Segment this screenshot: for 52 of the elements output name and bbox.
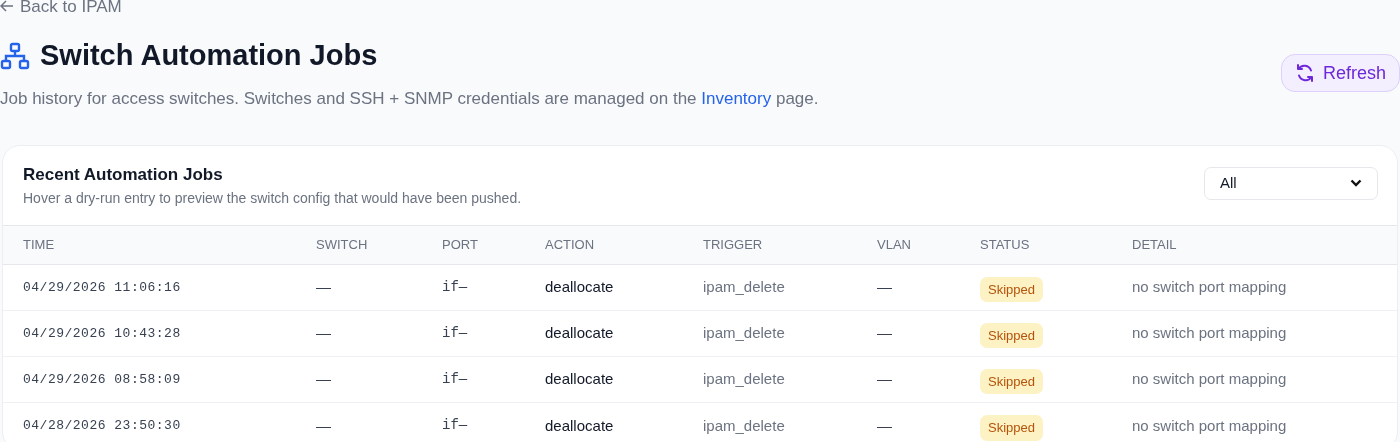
back-link[interactable]: Back to IPAM [0, 0, 122, 15]
arrow-left-icon [0, 0, 14, 13]
table-cell-text: — [877, 277, 893, 297]
table-cell-text: 04/29/2026 11:06:16 [23, 278, 182, 297]
column-header: TIME [23, 236, 56, 254]
refresh-icon [1294, 64, 1315, 82]
table-cell-text: ipam_delete [703, 369, 786, 389]
table-cell-text: deallocate [545, 369, 615, 389]
filter-dropdown[interactable]: All [1204, 166, 1378, 200]
table-cell-text: deallocate [545, 277, 615, 297]
table-cell-text: if— [442, 369, 469, 389]
column-header: SWITCH [316, 236, 369, 254]
page-title: Switch Automation Jobs [40, 41, 378, 70]
table-cell-text: ipam_delete [703, 323, 786, 343]
table-cell-text: ipam_delete [703, 277, 786, 297]
table-cell-text: — [316, 277, 332, 297]
status-badge: Skipped [980, 322, 1043, 348]
table-cell-text: no switch port mapping [1132, 277, 1288, 297]
table-cell-text: — [877, 323, 893, 343]
table-cell-text: 04/29/2026 08:58:09 [23, 370, 182, 389]
table-cell-text: if— [442, 323, 469, 343]
column-header: DETAIL [1132, 236, 1178, 254]
table-cell-text: deallocate [545, 323, 615, 343]
status-badge: Skipped [980, 415, 1043, 441]
table-cell-text: no switch port mapping [1132, 369, 1288, 389]
table-cell-text: — [316, 369, 332, 389]
page-description: Job history for access switches. Switches and SSH + SNMP credentials are managed on the Inventory page. [0, 88, 819, 110]
column-header: PORT [442, 236, 479, 254]
refresh-button[interactable]: Refresh [1280, 54, 1400, 92]
card-title: Recent Automation Jobs [23, 163, 224, 185]
column-header: VLAN [877, 236, 912, 254]
table-cell-text: ipam_delete [703, 415, 786, 436]
chevron-down-icon [1350, 179, 1362, 187]
table-cell-text: if— [442, 277, 469, 297]
table-cell-text: — [877, 415, 893, 436]
table-cell-text: — [877, 369, 893, 389]
status-badge: Skipped [980, 276, 1043, 302]
column-header: TRIGGER [703, 236, 764, 254]
status-badge: Skipped [980, 368, 1043, 394]
table-cell-text: no switch port mapping [1132, 323, 1288, 343]
table-cell-text: no switch port mapping [1132, 415, 1288, 436]
column-header: ACTION [545, 236, 596, 254]
table-cell-text: if— [442, 416, 469, 436]
table-cell-text: 04/29/2026 10:43:28 [23, 324, 182, 343]
table-cell-text: deallocate [545, 415, 615, 436]
column-header: STATUS [980, 236, 1031, 254]
table-cell-text: — [316, 323, 332, 343]
table-cell-text: — [316, 415, 332, 436]
inventory-link[interactable]: Inventory [701, 89, 772, 108]
card-subtitle: Hover a dry-run entry to preview the switch config that would have been pushed. [23, 188, 522, 208]
network-tree-icon [0, 41, 30, 70]
table-cell-text: 04/28/2026 23:50:30 [23, 417, 182, 435]
